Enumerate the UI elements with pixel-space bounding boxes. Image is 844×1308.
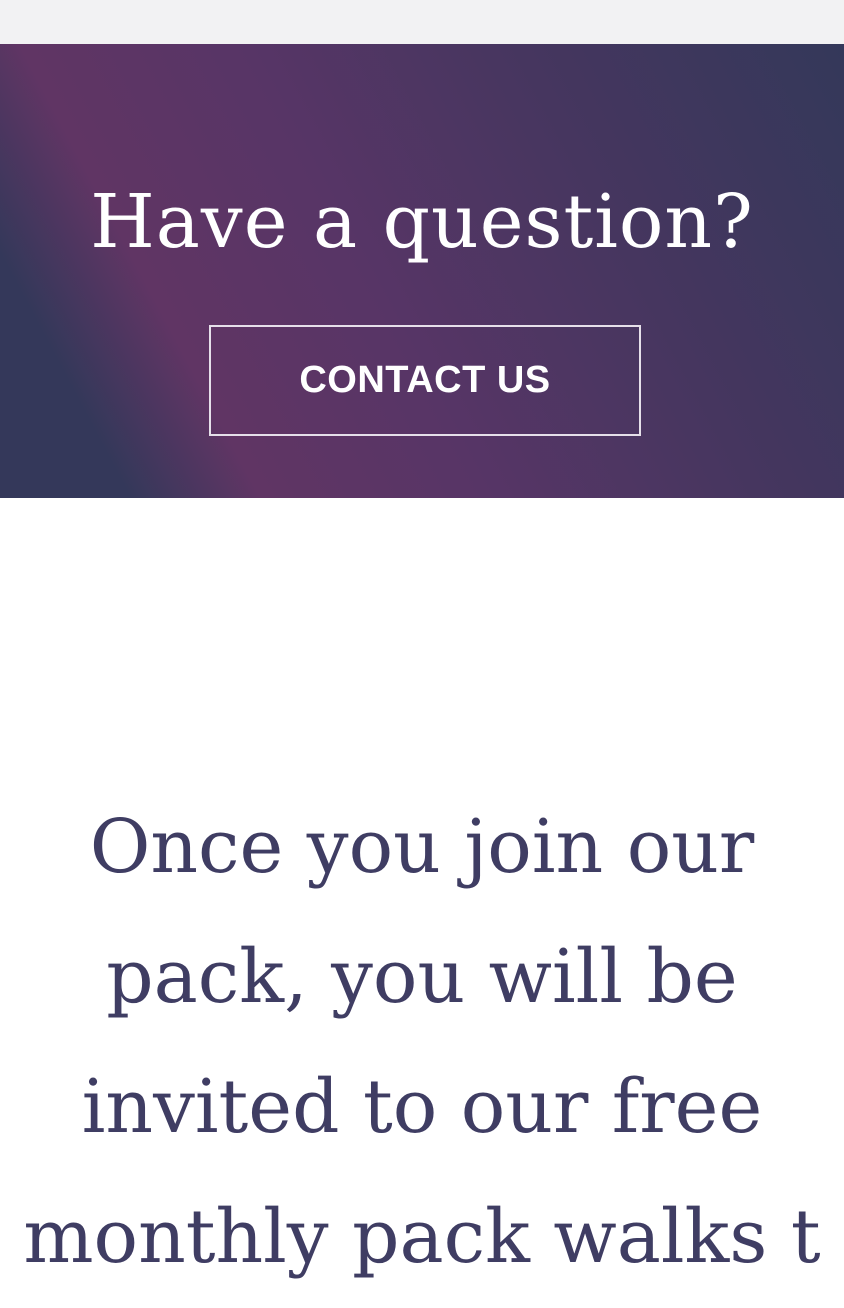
- contact-us-button[interactable]: CONTACT US: [209, 325, 641, 436]
- top-strip: [0, 0, 844, 44]
- question-banner: Have a question? CONTACT US: [0, 44, 844, 498]
- text-line: pack, you will be: [106, 934, 738, 1020]
- text-line: monthly pack walks t: [23, 1194, 821, 1280]
- banner-title: Have a question?: [90, 179, 754, 265]
- pack-walks-text: Once you join our pack, you will be invi…: [0, 782, 844, 1302]
- text-line: Once you join our: [89, 804, 755, 890]
- text-line: invited to our free: [81, 1064, 763, 1150]
